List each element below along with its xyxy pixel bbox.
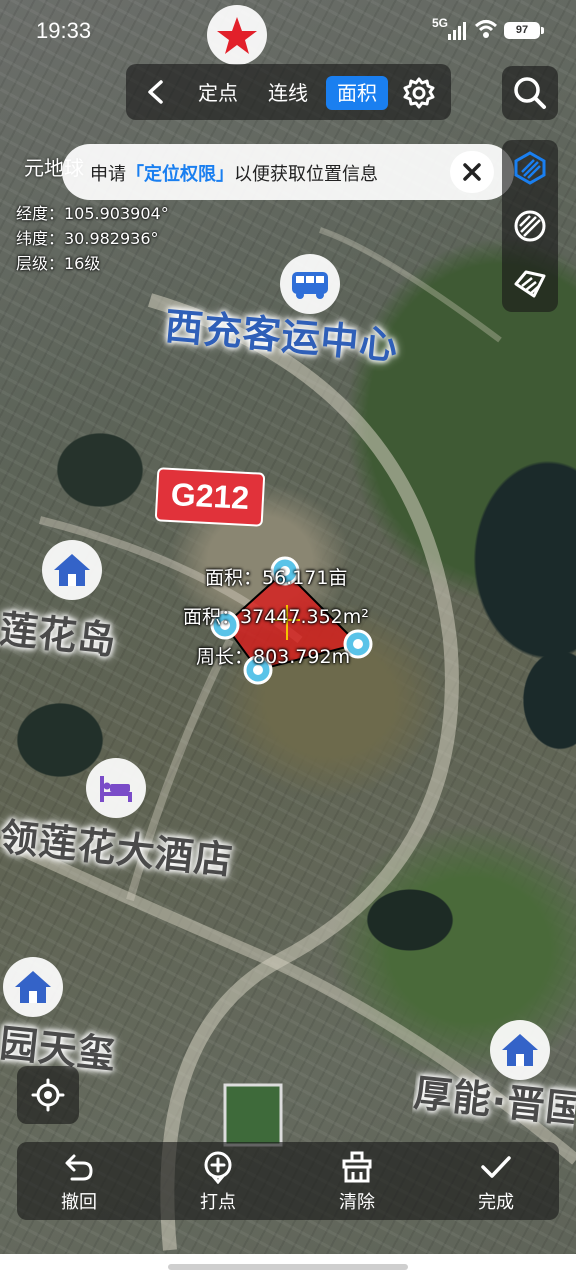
gear-icon[interactable] (402, 76, 436, 110)
undo-label: 撤回 (61, 1192, 97, 1213)
terrain-layer-icon[interactable] (512, 266, 548, 302)
house-icon (15, 971, 51, 1003)
search-button[interactable] (502, 66, 558, 120)
add-point-label: 打点 (200, 1192, 236, 1213)
poi-yuantianxi-marker[interactable] (3, 957, 63, 1017)
status-time: 19:33 (36, 18, 92, 43)
chevron-left-icon[interactable] (140, 76, 172, 108)
latitude-readout: 纬度：30.982936° (16, 229, 159, 248)
battery-indicator: 97 (504, 22, 540, 39)
banner-suffix: 以便获取位置信息 (234, 164, 378, 185)
longitude-readout: 经度：105.903904° (16, 204, 169, 223)
banner-highlight[interactable]: 「定位权限」 (126, 164, 234, 185)
tab-area[interactable]: 面积 (326, 76, 388, 110)
tab-point[interactable]: 定点 (188, 76, 248, 110)
battery-tip (541, 27, 544, 34)
add-point-icon (204, 1151, 232, 1184)
locate-button[interactable] (17, 1066, 79, 1124)
satellite-layer-icon[interactable] (512, 150, 548, 186)
zoom-level-readout: 层级：16级 (16, 254, 101, 273)
done-button[interactable]: 完成 (446, 1142, 546, 1220)
poi-lianhua-marker[interactable] (42, 540, 102, 600)
search-icon (514, 77, 546, 109)
check-icon (481, 1156, 511, 1178)
measure-mode-toolbar: 定点 连线 面积 (126, 64, 451, 120)
bottom-action-bar: 撤回 打点 清除 完成 (17, 1142, 559, 1220)
tab-line[interactable]: 连线 (258, 76, 318, 110)
poi-lianhua-label[interactable]: 莲花岛 (0, 598, 120, 665)
clear-label: 清除 (339, 1192, 375, 1213)
bed-icon (100, 776, 132, 802)
poi-hotel-marker[interactable] (86, 758, 146, 818)
measure-area-mu: 面积：56.171亩 (205, 567, 348, 589)
measure-perimeter: 周长：803.792m (196, 646, 351, 668)
location-permission-banner[interactable]: 申请「定位权限」以便获取位置信息 (62, 144, 514, 200)
broom-icon (342, 1151, 372, 1183)
clear-button[interactable]: 清除 (307, 1142, 407, 1220)
layer-panel (502, 140, 558, 312)
map-view[interactable]: 西充客运中心 G212 莲花岛 领莲花大酒店 园天玺 厚能·晋国 面积：56.1… (0, 0, 576, 1280)
banner-close-button[interactable] (450, 151, 494, 193)
banner-text: 申请「定位权限」以便获取位置信息 (90, 160, 378, 186)
measure-area-m2: 面积：37447.352m² (183, 606, 369, 628)
signal-icon (448, 22, 466, 40)
add-point-button[interactable]: 打点 (168, 1142, 268, 1220)
undo-icon (65, 1154, 93, 1181)
undo-button[interactable]: 撤回 (29, 1142, 129, 1220)
home-indicator[interactable] (168, 1264, 408, 1270)
wifi-icon (474, 20, 498, 38)
done-label: 完成 (478, 1192, 514, 1213)
hatch-layer-icon[interactable] (512, 208, 548, 244)
house-icon (54, 554, 90, 586)
close-icon (463, 163, 481, 181)
road-badge-g212[interactable]: G212 (154, 467, 266, 527)
status-bar: 19:33 5G 97 (0, 0, 576, 60)
locate-icon (31, 1078, 65, 1112)
banner-prefix: 申请 (90, 164, 126, 185)
network-type: 5G (432, 16, 449, 30)
